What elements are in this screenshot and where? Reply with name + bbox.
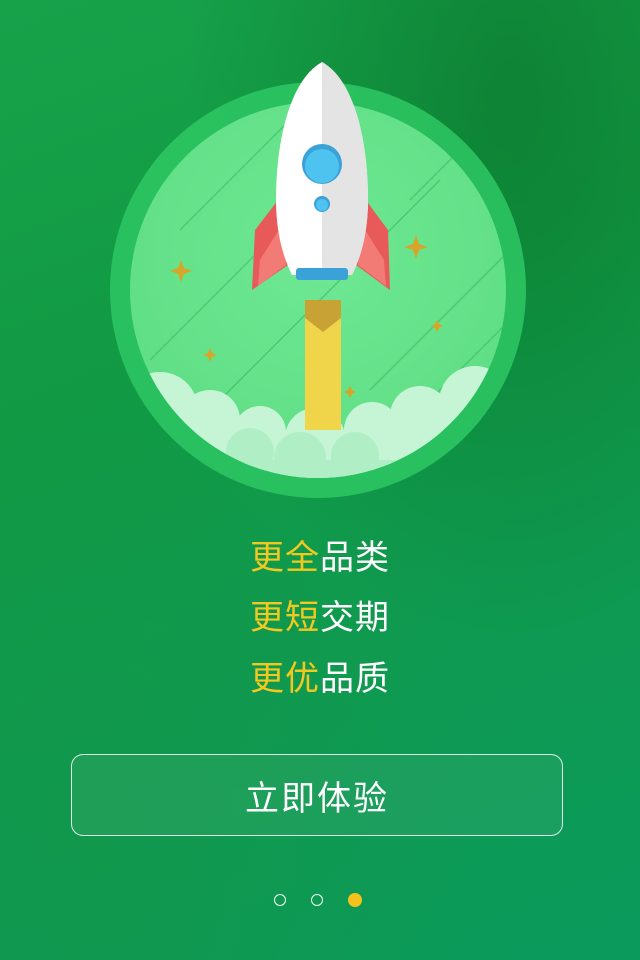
page-dot-1[interactable] xyxy=(274,894,286,906)
feature-line-2-highlight: 更短 xyxy=(250,598,320,638)
feature-line-2: 更短交期 xyxy=(0,598,640,638)
rocket-exhaust xyxy=(305,300,341,430)
page-indicator xyxy=(0,893,640,910)
feature-line-1: 更全品类 xyxy=(0,538,640,578)
feature-line-1-highlight: 更全 xyxy=(250,538,320,578)
feature-line-3-text: 品质 xyxy=(320,659,390,699)
try-now-button[interactable]: 立即体验 xyxy=(71,754,563,836)
feature-line-3-highlight: 更优 xyxy=(250,659,320,699)
feature-line-2-text: 交期 xyxy=(320,598,390,638)
feature-line-1-text: 品类 xyxy=(320,538,390,578)
rocket-icon xyxy=(110,62,526,498)
page-dot-3-active[interactable] xyxy=(348,893,362,907)
page-dot-2[interactable] xyxy=(311,894,323,906)
rocket-illustration xyxy=(110,60,530,500)
onboarding-screen: 更全品类 更短交期 更优品质 立即体验 xyxy=(0,0,640,960)
feature-line-3: 更优品质 xyxy=(0,659,640,699)
